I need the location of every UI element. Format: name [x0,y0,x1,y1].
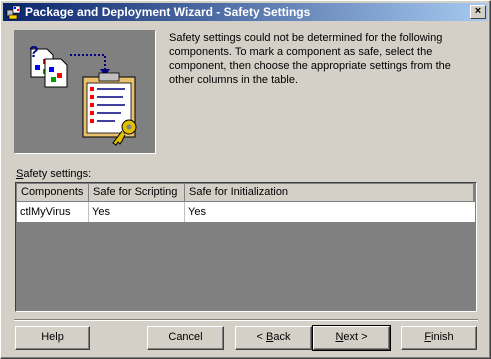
svg-text:?: ? [29,44,39,61]
cell-component[interactable]: ctlMyVirus [17,202,89,222]
help-button[interactable]: Help [15,326,90,350]
table-row[interactable]: ctlMyVirus Yes Yes [17,202,475,222]
cell-safe-for-scripting[interactable]: Yes [89,202,185,222]
wizard-illustration: ? [14,30,156,154]
wizard-window: Package and Deployment Wizard - Safety S… [0,0,491,359]
title-bar[interactable]: Package and Deployment Wizard - Safety S… [3,3,488,21]
window-title: Package and Deployment Wizard - Safety S… [25,5,311,19]
cancel-button[interactable]: Cancel [147,326,224,350]
close-button[interactable]: × [470,5,486,19]
safety-description: Safety settings could not be determined … [169,32,451,86]
finish-button[interactable]: Finish [401,326,477,350]
safety-settings-grid[interactable]: Components Safe for Scripting Safe for I… [15,182,477,312]
component-document-icon [44,58,68,88]
button-separator [14,319,478,321]
back-button[interactable]: < Back [235,326,312,350]
next-button[interactable]: Next > [312,325,391,351]
column-header-safe-for-initialization[interactable]: Safe for Initialization [185,184,474,202]
components-checklist-key-illustration: ? [29,44,137,146]
wizard-app-icon [6,5,21,20]
dotted-arrow-icon [70,54,106,71]
column-header-safe-for-scripting[interactable]: Safe for Scripting [89,184,185,202]
close-icon: × [474,5,482,17]
safety-settings-label: Safety settings: [16,168,92,180]
column-header-components[interactable]: Components [17,184,89,202]
cell-safe-for-initialization[interactable]: Yes [185,202,475,222]
